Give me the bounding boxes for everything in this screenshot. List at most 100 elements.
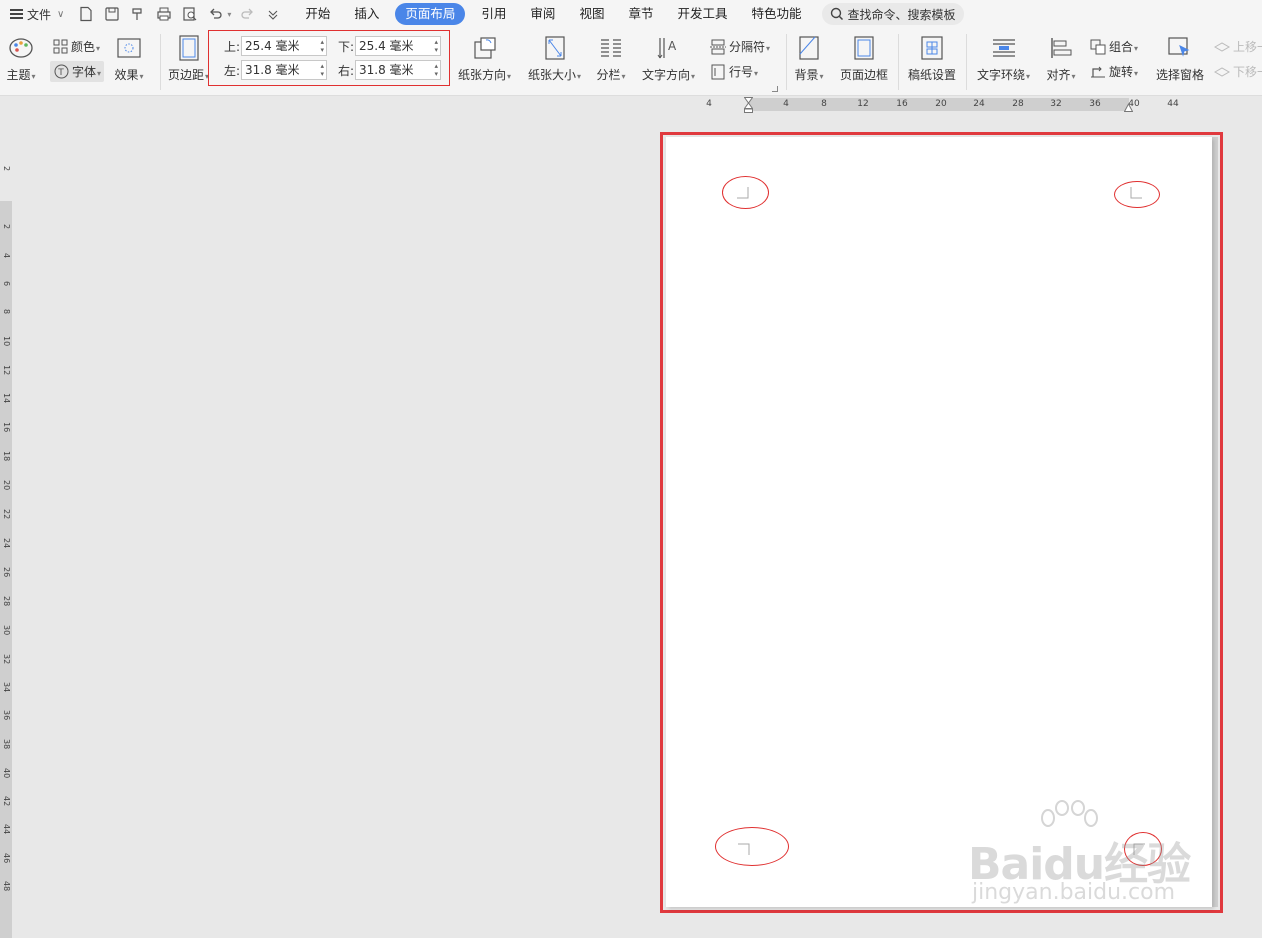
ruler-tick: 12 bbox=[857, 99, 869, 109]
undo-icon[interactable] bbox=[206, 4, 226, 24]
rotate-icon bbox=[1090, 64, 1106, 80]
ruler-tick: 44 bbox=[2, 824, 11, 835]
ruler-tick: 22 bbox=[2, 509, 11, 520]
line-numbers-button[interactable]: 行号 bbox=[710, 63, 758, 80]
ruler-tick: 6 bbox=[2, 281, 11, 287]
tab-view[interactable]: 视图 bbox=[567, 3, 616, 25]
palette-icon bbox=[6, 34, 36, 62]
left-margin-value: 31.8 毫米 bbox=[245, 63, 300, 77]
indent-marker-icon[interactable] bbox=[744, 97, 753, 113]
tab-references[interactable]: 引用 bbox=[469, 3, 518, 25]
wrap-text-button[interactable]: 文字环绕 bbox=[977, 34, 1030, 83]
file-menu[interactable]: 文件 ∨ bbox=[0, 3, 70, 25]
right-indent-marker-icon[interactable] bbox=[1124, 102, 1133, 112]
text-direction-button[interactable]: A 文字方向 bbox=[642, 34, 695, 83]
left-margin-input[interactable]: 31.8 毫米 ▴ ▾ bbox=[241, 60, 327, 80]
file-menu-label: 文件 bbox=[27, 7, 52, 22]
rotate-button[interactable]: 旋转 bbox=[1090, 63, 1138, 80]
tab-page-layout[interactable]: 页面布局 bbox=[395, 3, 466, 25]
print-preview-icon[interactable] bbox=[180, 4, 200, 24]
ruler-tick: 30 bbox=[2, 625, 11, 636]
selection-pane-icon bbox=[1165, 34, 1195, 62]
ruler-tick: 46 bbox=[2, 853, 11, 864]
breaks-button[interactable]: 分隔符 bbox=[710, 38, 770, 55]
watermark-url: jingyan.baidu.com bbox=[972, 880, 1176, 905]
tab-review[interactable]: 审阅 bbox=[518, 3, 567, 25]
format-painter-icon[interactable] bbox=[128, 4, 148, 24]
spinner-icon[interactable]: ▴ ▾ bbox=[320, 62, 324, 78]
effects-button[interactable]: 效果 bbox=[114, 34, 144, 83]
annotation-oval-top-right bbox=[1114, 181, 1160, 208]
manuscript-settings-button[interactable]: 稿纸设置 bbox=[908, 34, 956, 83]
bottom-margin-input[interactable]: 25.4 毫米 ▴ ▾ bbox=[355, 36, 441, 56]
new-document-icon[interactable] bbox=[76, 4, 96, 24]
ruler-tick: 20 bbox=[2, 480, 11, 491]
ruler-tick: 38 bbox=[2, 739, 11, 750]
tab-chapter[interactable]: 章节 bbox=[616, 3, 665, 25]
ruler-tick: 10 bbox=[2, 336, 11, 347]
theme-label: 主题 bbox=[6, 66, 35, 83]
page-shadow bbox=[1212, 137, 1218, 907]
annotation-oval-top-left bbox=[722, 176, 769, 209]
fonts-button[interactable]: T 字体 bbox=[50, 61, 105, 82]
customize-toolbar-icon[interactable] bbox=[263, 4, 283, 24]
top-margin-input[interactable]: 25.4 毫米 ▴ ▾ bbox=[241, 36, 327, 56]
bottom-margin-label: 下: bbox=[338, 39, 355, 54]
background-button[interactable]: 背景 bbox=[794, 34, 824, 83]
colors-button[interactable]: 颜色 bbox=[52, 38, 100, 55]
paper-size-button[interactable]: 纸张大小 bbox=[528, 34, 581, 83]
grid-paper-icon bbox=[917, 34, 947, 62]
ruler-tick: 12 bbox=[2, 365, 11, 376]
baidu-watermark: Baidu经验 jingyan.baidu.com bbox=[968, 800, 1198, 910]
paper-size-label: 纸张大小 bbox=[528, 66, 581, 83]
ruler-tick: 18 bbox=[2, 451, 11, 462]
spinner-icon[interactable]: ▴ ▾ bbox=[434, 38, 438, 54]
margins-button[interactable]: 页边距 bbox=[168, 34, 209, 83]
spinner-icon[interactable]: ▴ ▾ bbox=[434, 62, 438, 78]
manuscript-settings-label: 稿纸设置 bbox=[908, 68, 957, 82]
align-label: 对齐 bbox=[1046, 66, 1075, 83]
ruler-tick: 48 bbox=[2, 881, 11, 892]
horizontal-ruler[interactable]: 4 4 8 12 16 20 24 28 32 36 40 44 bbox=[700, 96, 1200, 113]
ribbon-tabs: 开始 插入 页面布局 引用 审阅 视图 章节 开发工具 特色功能 bbox=[293, 3, 813, 25]
tab-special-features[interactable]: 特色功能 bbox=[739, 3, 813, 25]
bottom-margin-field[interactable]: 下: 25.4 毫米 ▴ ▾ bbox=[338, 36, 441, 56]
left-margin-field[interactable]: 左: 31.8 毫米 ▴ ▾ bbox=[224, 60, 327, 80]
spinner-icon[interactable]: ▴ ▾ bbox=[320, 38, 324, 54]
ruler-tick: 34 bbox=[2, 682, 11, 693]
page-orientation-icon bbox=[470, 34, 500, 62]
page-border-label: 页面边框 bbox=[840, 68, 889, 82]
orientation-button[interactable]: 纸张方向 bbox=[458, 34, 511, 83]
group-button[interactable]: 组合 bbox=[1090, 38, 1138, 55]
columns-label: 分栏 bbox=[596, 66, 625, 83]
ruler-tick: 4 bbox=[2, 253, 11, 259]
align-button[interactable]: 对齐 bbox=[1046, 34, 1076, 83]
page-border-button[interactable]: 页面边框 bbox=[840, 34, 888, 83]
ruler-tick: 4 bbox=[783, 99, 789, 109]
command-search[interactable]: 查找命令、搜索模板 bbox=[821, 3, 964, 25]
theme-button[interactable]: 主题 bbox=[6, 34, 36, 83]
tab-insert[interactable]: 插入 bbox=[342, 3, 391, 25]
ruler-tick: 40 bbox=[2, 768, 11, 779]
save-icon[interactable] bbox=[102, 4, 122, 24]
align-icon bbox=[1046, 34, 1076, 62]
tab-developer[interactable]: 开发工具 bbox=[665, 3, 739, 25]
redo-icon bbox=[237, 4, 257, 24]
undo-dropdown-icon[interactable]: ▾ bbox=[227, 10, 231, 19]
search-icon bbox=[830, 7, 843, 21]
tab-home[interactable]: 开始 bbox=[293, 3, 342, 25]
selection-pane-button[interactable]: 选择窗格 bbox=[1156, 34, 1204, 83]
menu-bar: 文件 ∨ ▾ 开始 插入 页面布局 引用 审阅 视图 章节 开发工具 特色功能 … bbox=[0, 0, 1262, 28]
group-icon bbox=[1090, 39, 1106, 55]
fonts-label: 字体 bbox=[72, 63, 101, 80]
vertical-ruler[interactable]: 2 2 4 6 8 10 12 14 16 18 20 22 24 26 28 … bbox=[0, 96, 12, 938]
page-setup-dialog-launcher[interactable] bbox=[772, 86, 778, 92]
right-margin-field[interactable]: 右: 31.8 毫米 ▴ ▾ bbox=[338, 60, 441, 80]
print-icon[interactable] bbox=[154, 4, 174, 24]
right-margin-input[interactable]: 31.8 毫米 ▴ ▾ bbox=[355, 60, 441, 80]
top-margin-field[interactable]: 上: 25.4 毫米 ▴ ▾ bbox=[224, 36, 327, 56]
ruler-tick: 44 bbox=[1167, 99, 1179, 109]
columns-button[interactable]: 分栏 bbox=[596, 34, 626, 83]
breaks-label: 分隔符 bbox=[729, 38, 770, 55]
document-page[interactable] bbox=[666, 137, 1212, 907]
